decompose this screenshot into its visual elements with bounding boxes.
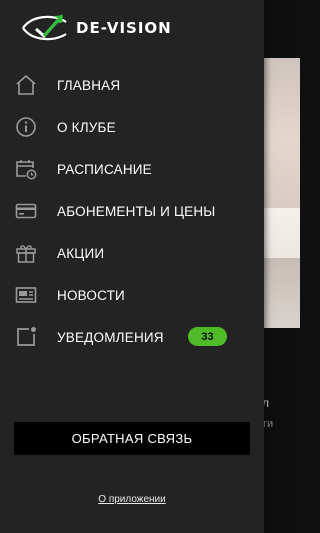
menu-item-label: ГЛАВНАЯ [57,77,121,93]
notification-icon [14,325,38,349]
navigation-drawer: DE-VISION ГЛАВНАЯ О КЛУБЕ РАСПИСАНИЕ АБО… [0,0,264,533]
menu-item-label: РАСПИСАНИЕ [57,161,152,177]
newspaper-icon [14,283,38,307]
brand-logo: DE-VISION [20,10,220,46]
menu-item-label: АКЦИИ [57,245,105,261]
menu-item-label: О КЛУБЕ [57,119,116,135]
menu-item-label: УВЕДОМЛЕНИЯ [57,329,164,345]
background-photo [262,58,300,328]
menu-item-promotions[interactable]: АКЦИИ [0,232,264,274]
menu-item-news[interactable]: НОВОСТИ [0,274,264,316]
home-icon [14,73,38,97]
feedback-button[interactable]: ОБРАТНАЯ СВЯЗЬ [14,422,250,455]
menu-item-label: НОВОСТИ [57,287,125,303]
menu-item-about-club[interactable]: О КЛУБЕ [0,106,264,148]
drawer-menu: ГЛАВНАЯ О КЛУБЕ РАСПИСАНИЕ АБОНЕМЕНТЫ И … [0,64,264,358]
info-icon [14,115,38,139]
menu-item-home[interactable]: ГЛАВНАЯ [0,64,264,106]
calendar-clock-icon [14,157,38,181]
gift-icon [14,241,38,265]
notification-count-badge: 33 [188,327,227,346]
menu-item-memberships[interactable]: АБОНЕМЕНТЫ И ЦЕНЫ [0,190,264,232]
about-app-link[interactable]: О приложении [0,494,264,505]
brand-name: DE-VISION [76,19,172,37]
menu-item-notifications[interactable]: УВЕДОМЛЕНИЯ 33 [0,316,264,358]
menu-item-label: АБОНЕМЕНТЫ И ЦЕНЫ [57,203,216,219]
menu-item-schedule[interactable]: РАСПИСАНИЕ [0,148,264,190]
credit-card-icon [14,199,38,223]
logo-eye-icon [22,14,67,41]
